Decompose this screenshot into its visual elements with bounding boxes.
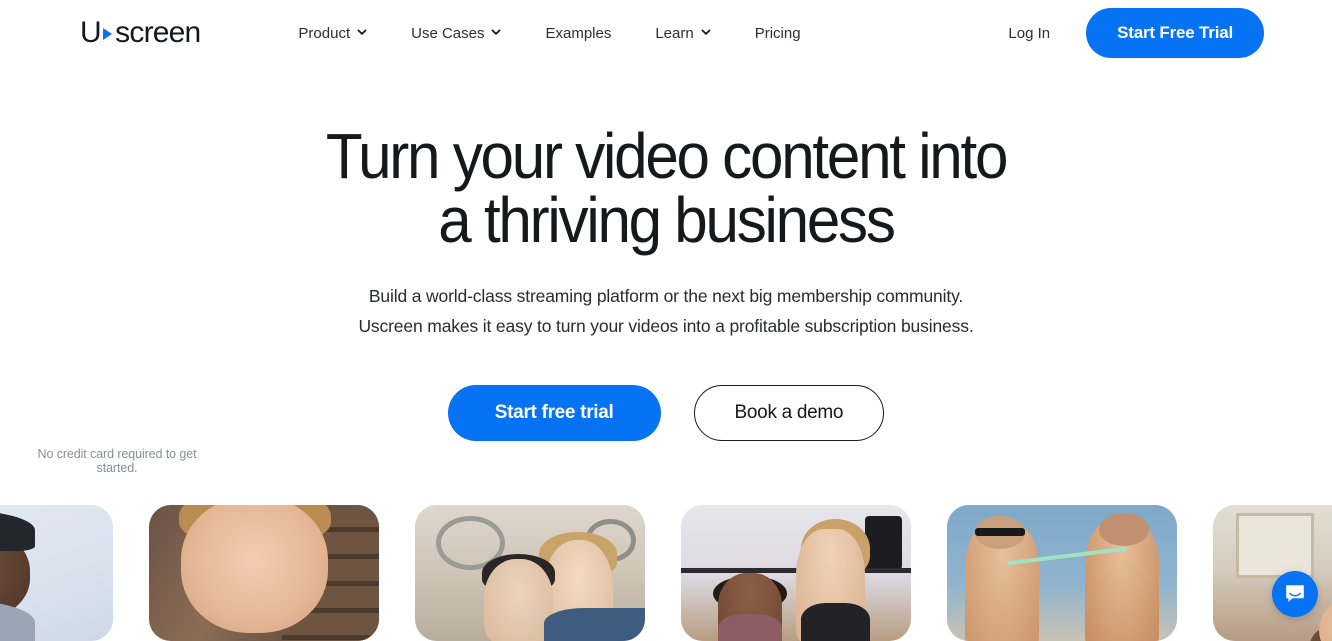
strip-card-5[interactable] [947,505,1177,641]
chat-launcher-button[interactable] [1272,571,1318,617]
nav-item-learn[interactable]: Learn [633,17,732,50]
photo-shape [800,602,870,641]
photo-shape [181,505,329,633]
play-triangle-icon [103,28,113,40]
nav-item-use-cases[interactable]: Use Cases [389,17,523,50]
nav-item-examples[interactable]: Examples [523,17,633,50]
creator-image-strip [0,505,1332,641]
nav-item-product[interactable]: Product [276,17,389,50]
start-free-trial-button[interactable]: Start free trial [447,385,661,442]
logo-wordmark: screen [115,16,201,49]
photo-shape [865,515,902,571]
photo-shape [484,559,553,641]
nav-label: Use Cases [411,24,485,42]
login-link[interactable]: Log In [1008,25,1050,42]
start-free-trial-button-header[interactable]: Start Free Trial [1086,8,1264,58]
nav-label: Pricing [754,24,801,42]
hero-subheading: Build a world-class streaming platform o… [316,281,1016,341]
strip-card-2[interactable] [149,505,379,641]
chevron-down-icon [357,27,367,37]
photo-shape [543,608,645,641]
cta-row: Start free trial Book a demo No credit c… [0,385,1332,475]
photo-shape [974,528,1026,537]
nav-label: Product [298,24,351,42]
no-credit-card-note: No credit card required to get started. [37,447,197,476]
strip-card-3[interactable] [415,505,645,641]
hero-section: Turn your video content into a thriving … [0,66,1332,475]
photo-shape [1098,513,1150,546]
chevron-down-icon [491,27,501,37]
strip-card-4[interactable] [681,505,911,641]
headline-line-2: a thriving business [438,184,896,256]
nav-item-pricing[interactable]: Pricing [733,17,823,50]
subheading-line-2: Uscreen makes it easy to turn your video… [358,316,974,337]
uscreen-logo[interactable]: U screen [80,16,201,49]
photo-shape [717,613,783,641]
photo-shape [1236,513,1315,579]
site-header: U screen Product Use Cases Examples Lear… [0,0,1332,66]
headline-line-1: Turn your video content into [325,120,1009,192]
chevron-down-icon [701,27,711,37]
strip-card-1[interactable] [0,505,113,641]
main-navigation: Product Use Cases Examples Learn Pricing [276,17,822,50]
book-a-demo-button[interactable]: Book a demo [693,385,885,442]
nav-label: Examples [545,24,612,42]
logo-letter: U [80,16,102,49]
chat-bubble-icon [1284,583,1306,605]
strip-card-6[interactable] [1213,505,1332,641]
subheading-line-1: Build a world-class streaming platform o… [368,286,964,306]
header-actions: Log In Start Free Trial [1008,8,1264,58]
page-title: Turn your video content into a thriving … [309,124,1023,252]
nav-label: Learn [655,24,694,42]
